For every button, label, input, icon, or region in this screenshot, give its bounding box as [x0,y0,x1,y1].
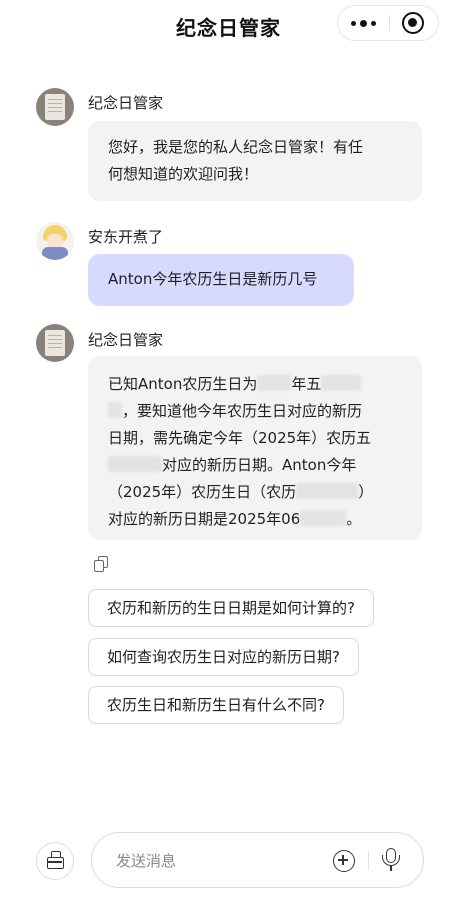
redacted-text [321,375,362,391]
message-line: 已知Anton农历生日为 年五 [108,371,404,398]
redacted-text [108,402,122,418]
bot-message-bubble: 您好，我是您的私人纪念日管家！有任 何想知道的欢迎问我！ [88,121,422,201]
message-line: 日期，需先确定今年（2025年）农历五 [108,429,372,447]
bot-message-bubble: 已知Anton农历生日为 年五 ，要知道他今年农历生日对应的新历 日期，需先确定今… [88,356,422,540]
redacted-text [300,510,347,526]
bot-avatar[interactable] [36,324,74,362]
bot-avatar[interactable] [36,88,74,126]
more-dots-icon[interactable] [338,6,389,40]
sender-name: 安东开煮了 [88,228,164,246]
copy-icon[interactable] [94,556,108,572]
suggested-question-button[interactable]: 如何查询农历生日对应的新历日期? [88,638,359,676]
toolbox-button[interactable] [36,842,74,880]
suggested-question-button[interactable]: 农历和新历的生日日期是如何计算的? [88,589,374,627]
sender-name: 纪念日管家 [88,94,164,112]
message-line: 何想知道的欢迎问我！ [108,165,259,183]
message-line: 您好，我是您的私人纪念日管家！有任 [108,138,364,156]
plus-circle-icon[interactable] [333,850,355,872]
composer-divider [368,852,369,870]
message-line: 对应的新历日期是2025年06。 [108,510,362,528]
close-miniprogram-icon[interactable] [402,12,424,34]
redacted-text [257,375,292,391]
message-composer[interactable]: 发送消息 [91,832,424,888]
microphone-icon[interactable] [381,848,401,872]
user-message-bubble: Anton今年农历生日是新历几号 [88,254,354,306]
user-message-text: Anton今年农历生日是新历几号 [108,270,318,288]
message-line: 对应的新历日期。Anton今年 [108,452,404,479]
suggested-question-button[interactable]: 农历生日和新历生日有什么不同? [88,686,344,724]
sender-name: 纪念日管家 [88,331,164,349]
capsule-divider [389,15,390,31]
user-avatar[interactable] [36,222,74,260]
message-line: ，要知道他今年农历生日对应的新历 [108,398,404,425]
navigation-bar: 纪念日管家 [0,0,457,48]
toolbox-icon [47,851,64,869]
redacted-text [296,483,359,499]
message-line: （2025年）农历生日（农历） [108,483,374,501]
miniprogram-capsule [337,5,439,41]
redacted-text [108,456,162,472]
message-input-placeholder[interactable]: 发送消息 [116,850,176,871]
